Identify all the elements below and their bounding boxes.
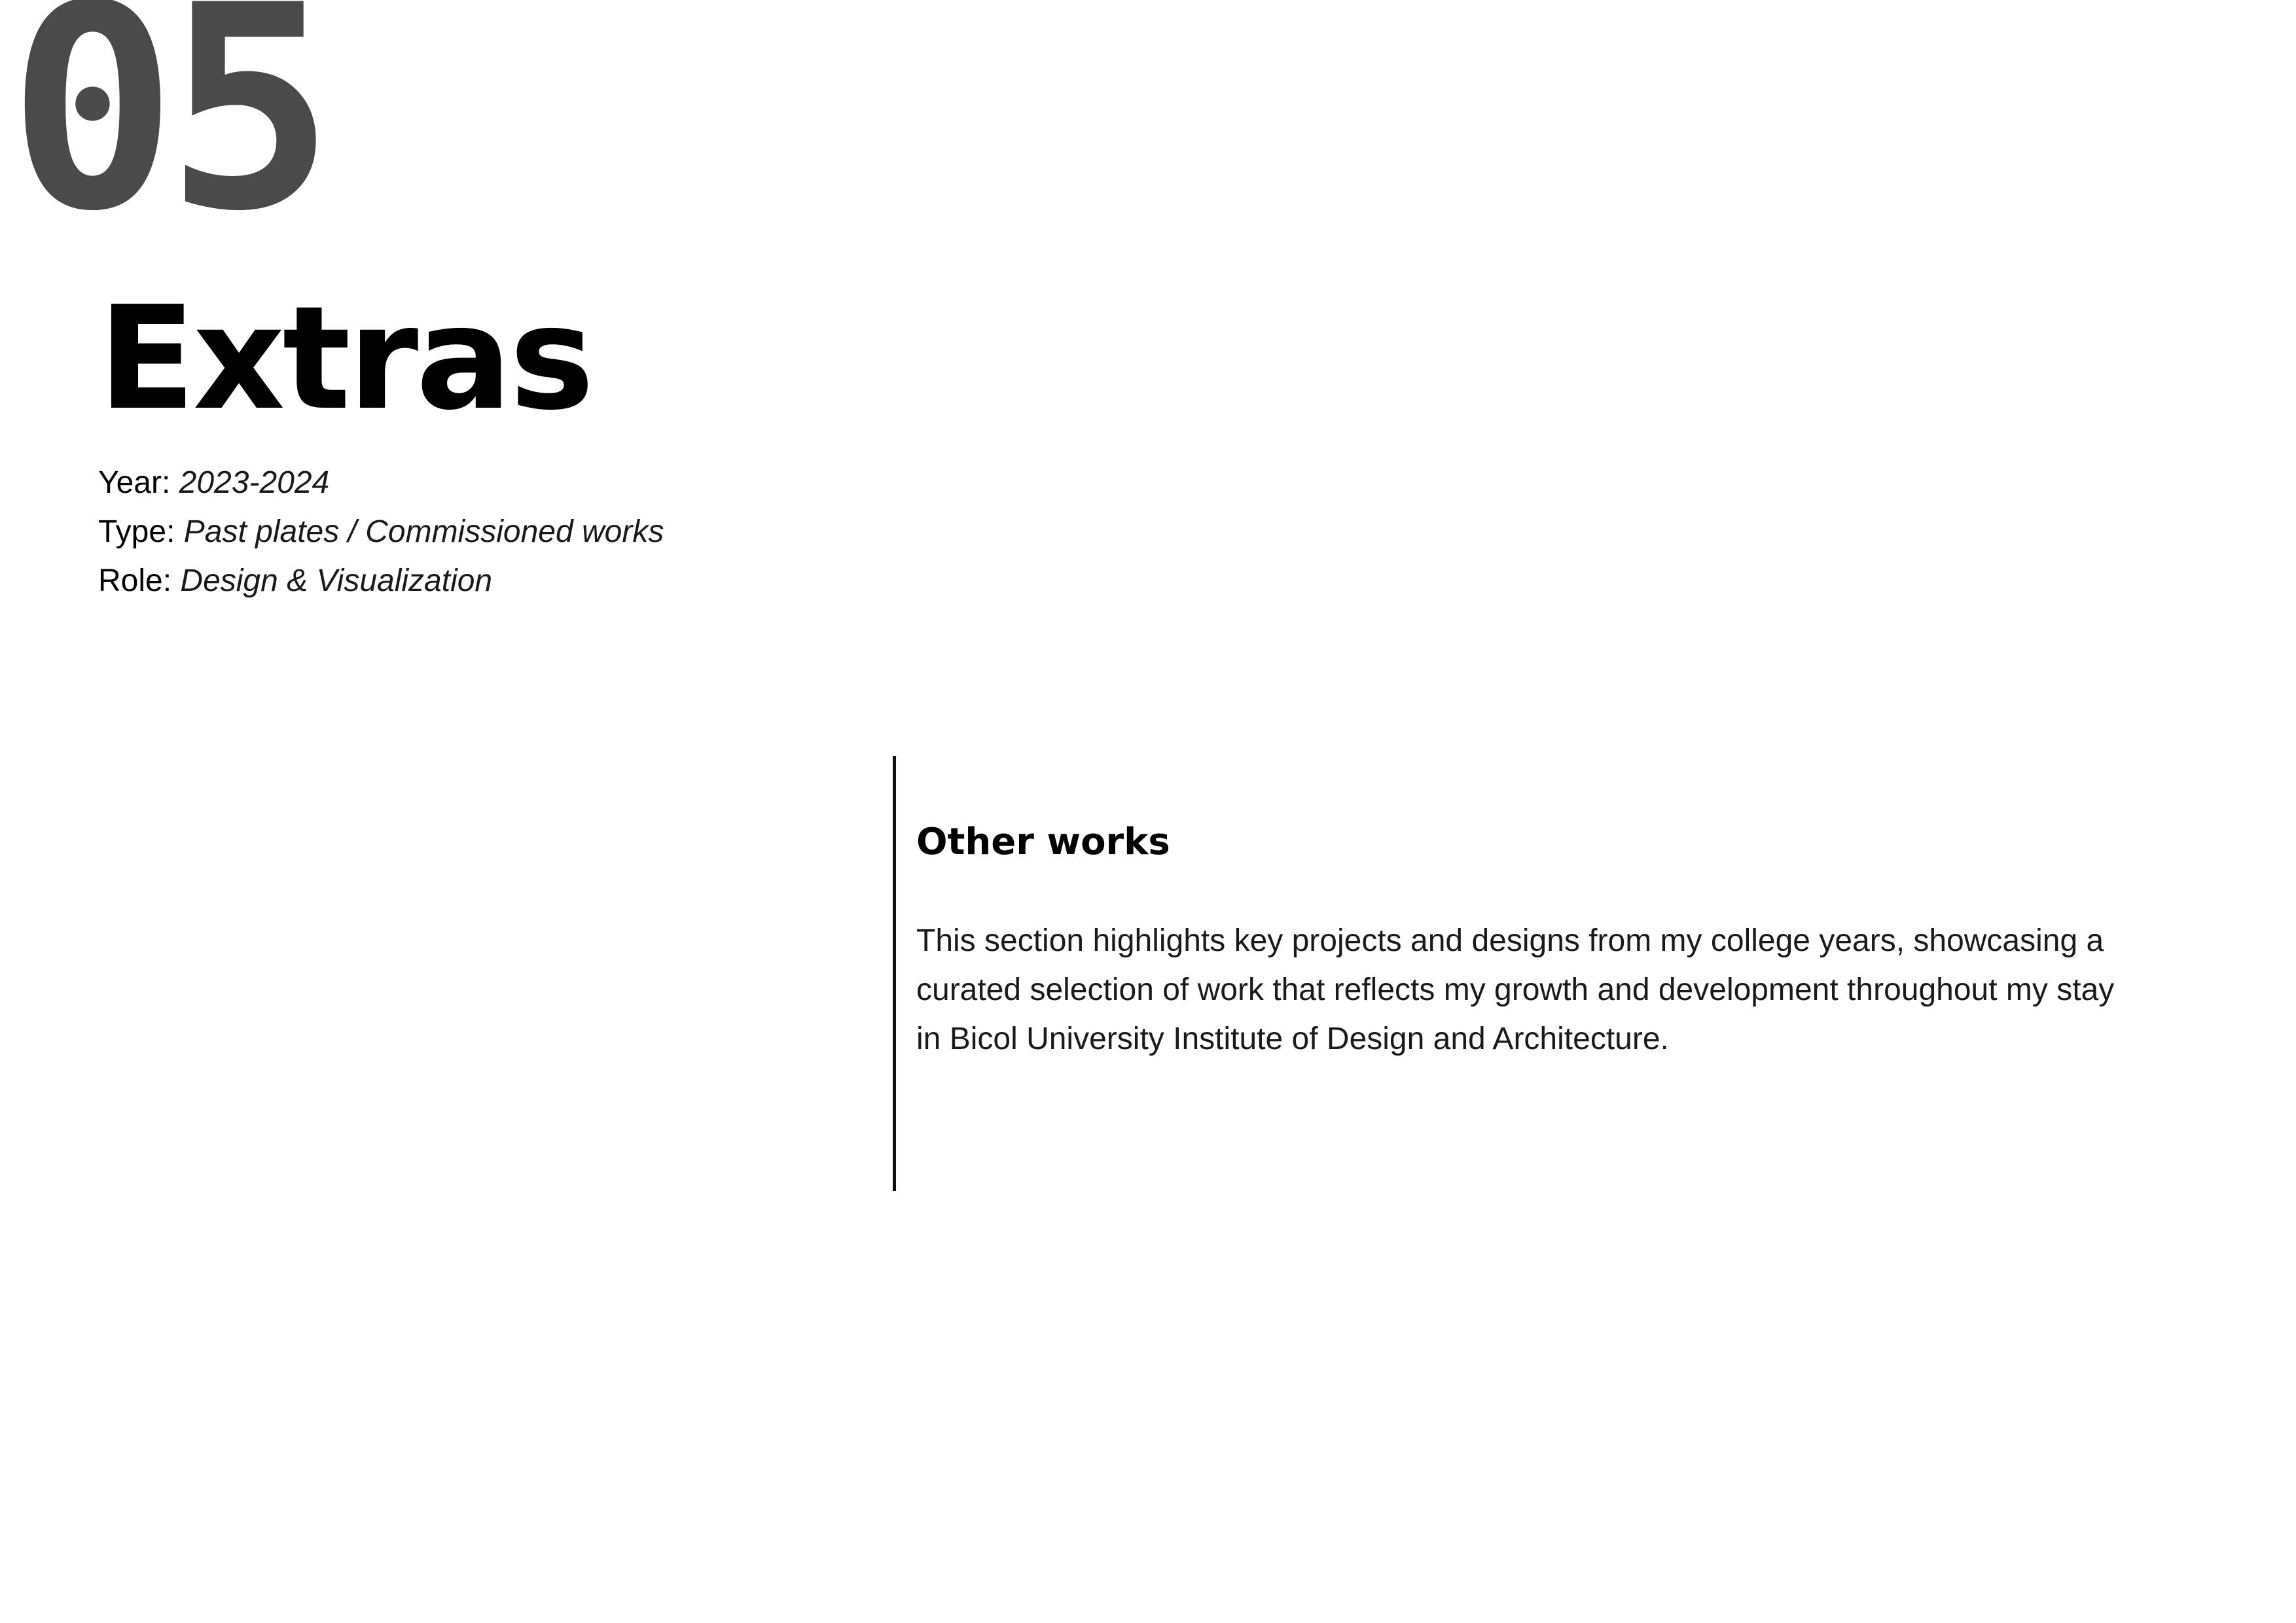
meta-type-label: Type:: [98, 514, 175, 549]
meta-year-value: 2023-2024: [179, 465, 330, 500]
meta-role: Role: Design & Visualization: [98, 556, 664, 605]
meta-type: Type: Past plates / Commissioned works: [98, 507, 664, 556]
other-works-description: This section highlights key projects and…: [916, 923, 2115, 1056]
meta-type-value: Past plates / Commissioned works: [183, 514, 664, 549]
document-page: 05 Extras Year: 2023-2024 Type: Past pla…: [0, 0, 2296, 1623]
meta-role-label: Role:: [98, 563, 172, 598]
page-title: Extras: [98, 276, 594, 442]
section-number: 05: [8, 0, 335, 273]
vertical-divider: [893, 756, 896, 1191]
other-works-heading: Other works: [916, 821, 1170, 863]
meta-role-value: Design & Visualization: [180, 563, 493, 598]
project-meta: Year: 2023-2024 Type: Past plates / Comm…: [98, 458, 664, 605]
meta-year: Year: 2023-2024: [98, 458, 664, 507]
meta-year-label: Year:: [98, 465, 171, 500]
